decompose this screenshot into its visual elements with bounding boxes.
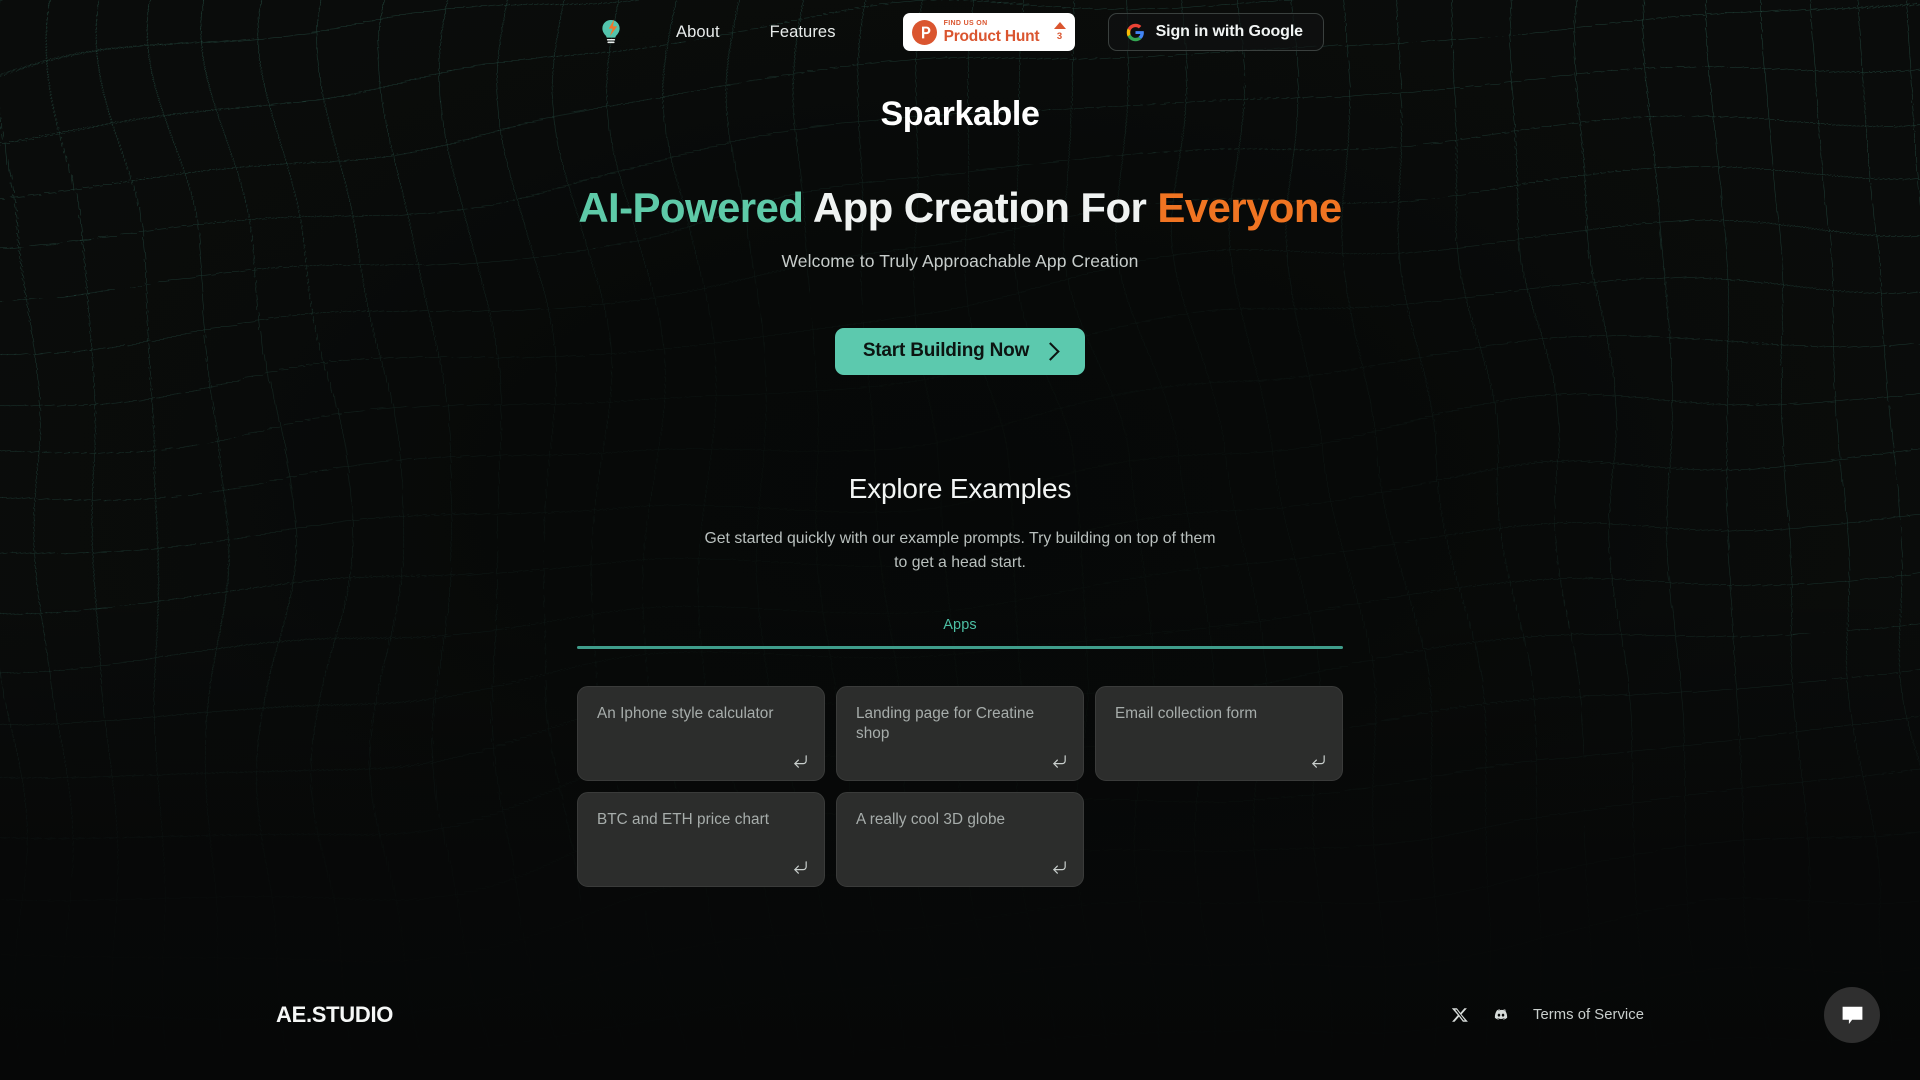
brand-title: Sparkable <box>880 95 1040 133</box>
example-card[interactable]: Landing page for Creatine shop <box>836 686 1084 781</box>
product-hunt-texts: FIND US ON Product Hunt <box>944 20 1040 45</box>
hero-section: Sparkable AI-Powered App Creation For Ev… <box>0 95 1920 375</box>
lightbulb-bolt-logo[interactable] <box>596 17 626 47</box>
example-card-text: Landing page for Creatine shop <box>856 705 1035 743</box>
chat-widget-button[interactable] <box>1824 987 1880 1043</box>
page-root: About Features FIND US ON Product Hunt 3 <box>0 0 1920 1080</box>
nav-link-features[interactable]: Features <box>770 23 836 42</box>
tab-apps[interactable]: Apps <box>943 617 976 633</box>
page-content: About Features FIND US ON Product Hunt 3 <box>0 0 1920 1080</box>
site-header: About Features FIND US ON Product Hunt 3 <box>0 0 1920 64</box>
enter-return-icon <box>1312 755 1325 768</box>
hero-headline: AI-Powered App Creation For Everyone <box>0 184 1920 232</box>
chat-bubble-icon <box>1842 1006 1862 1024</box>
examples-tabs: Apps <box>577 617 1343 649</box>
example-cards-grid: An Iphone style calculator Landing page … <box>577 686 1343 887</box>
product-hunt-name: Product Hunt <box>943 27 1040 45</box>
explore-examples-description: Get started quickly with our example pro… <box>704 530 1216 571</box>
explore-examples-title: Explore Examples <box>848 473 1072 504</box>
example-card[interactable]: BTC and ETH price chart <box>577 792 825 887</box>
headline-part-app-creation: App Creation For <box>812 184 1147 232</box>
enter-return-icon <box>1053 755 1066 768</box>
sign-in-with-google-label: Sign in with Google <box>1155 23 1304 40</box>
example-card[interactable]: A really cool 3D globe <box>836 792 1084 887</box>
example-card-text: BTC and ETH price chart <box>597 811 770 828</box>
x-twitter-icon[interactable] <box>1451 1006 1469 1024</box>
example-card-text: A really cool 3D globe <box>856 811 1006 828</box>
tab-active-underline <box>577 646 1343 649</box>
product-hunt-icon <box>911 19 937 45</box>
product-hunt-upvote[interactable]: 3 <box>1053 22 1066 43</box>
start-building-now-button[interactable]: Start Building Now <box>834 327 1086 375</box>
tab-row: Apps <box>577 617 1343 646</box>
example-card[interactable]: An Iphone style calculator <box>577 686 825 781</box>
example-card-text: Email collection form <box>1115 705 1258 722</box>
headline-part-everyone: Everyone <box>1157 184 1342 232</box>
discord-icon[interactable] <box>1492 1006 1510 1024</box>
header-inner: About Features FIND US ON Product Hunt 3 <box>596 13 1324 51</box>
cta-wrapper: Start Building Now <box>0 327 1920 375</box>
enter-return-icon <box>794 755 807 768</box>
footer-logo: AE.STUDIO <box>276 1002 394 1027</box>
enter-return-icon <box>794 861 807 874</box>
example-card-text: An Iphone style calculator <box>597 705 774 722</box>
product-hunt-badge[interactable]: FIND US ON Product Hunt 3 <box>902 13 1075 51</box>
example-card[interactable]: Email collection form <box>1095 686 1343 781</box>
terms-of-service-link[interactable]: Terms of Service <box>1533 1007 1644 1023</box>
product-hunt-eyebrow: FIND US ON <box>943 19 988 27</box>
site-footer: AE.STUDIO Terms of Service <box>0 968 1920 1080</box>
sign-in-with-google-button[interactable]: Sign in with Google <box>1107 13 1324 51</box>
enter-return-icon <box>1053 861 1066 874</box>
product-hunt-count: 3 <box>1056 31 1063 43</box>
start-building-now-label: Start Building Now <box>862 340 1030 362</box>
chevron-right-icon <box>1041 342 1060 361</box>
upvote-arrow-icon <box>1053 22 1066 30</box>
google-icon <box>1126 23 1144 41</box>
explore-examples-section: Explore Examples Get started quickly wit… <box>0 473 1920 887</box>
headline-part-ai-powered: AI-Powered <box>578 184 804 232</box>
nav-link-about[interactable]: About <box>676 23 720 42</box>
hero-subheadline: Welcome to Truly Approachable App Creati… <box>781 250 1139 271</box>
footer-links: Terms of Service <box>1451 1006 1644 1024</box>
